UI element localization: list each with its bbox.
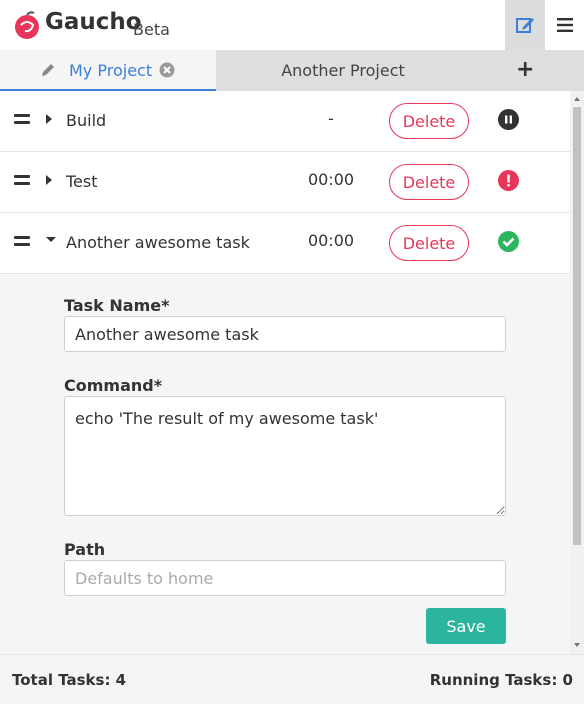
task-name: Build	[66, 111, 107, 130]
save-button[interactable]: Save	[426, 608, 506, 644]
pause-icon	[498, 109, 519, 130]
check-circle-icon	[498, 231, 519, 252]
beta-badge: Beta	[133, 20, 170, 39]
task-name: Another awesome task	[66, 233, 250, 252]
brand-name: Gaucho	[45, 9, 142, 35]
command-textarea[interactable]: echo 'The result of my awesome task'	[64, 396, 506, 516]
caret-right-icon[interactable]	[44, 112, 54, 126]
path-input[interactable]	[64, 560, 506, 596]
scroll-up-icon[interactable]	[574, 97, 580, 101]
menu-button[interactable]	[545, 0, 584, 50]
edit-button[interactable]	[505, 0, 545, 50]
path-label: Path	[64, 540, 106, 559]
task-time: 00:00	[307, 231, 355, 250]
running-tasks: Running Tasks: 0	[429, 671, 573, 689]
command-label: Command*	[64, 376, 163, 395]
total-tasks: Total Tasks: 4	[12, 671, 127, 689]
drag-handle-icon[interactable]	[14, 236, 30, 250]
tab-another-project[interactable]: Another Project	[216, 61, 470, 80]
tab-my-project[interactable]: My Project	[0, 50, 216, 91]
edit-icon	[516, 18, 534, 33]
pencil-icon[interactable]	[40, 62, 56, 78]
delete-button[interactable]: Delete	[389, 103, 469, 139]
scroll-down-icon[interactable]	[574, 643, 580, 647]
scrollbar-thumb[interactable]	[573, 107, 581, 545]
task-row: Another awesome task 00:00 Delete	[0, 213, 570, 274]
app-header: Gaucho Beta	[0, 0, 584, 50]
task-row: Test 00:00 Delete	[0, 152, 570, 213]
add-tab-button[interactable]: +	[516, 59, 534, 81]
task-edit-panel: Task Name* Command* echo 'The result of …	[0, 274, 570, 654]
task-list: Build - Delete Test 00:00 Delete Another…	[0, 91, 570, 654]
task-name-label: Task Name*	[64, 296, 170, 315]
task-row: Build - Delete	[0, 91, 570, 152]
close-circle-icon[interactable]	[159, 62, 175, 78]
error-icon	[498, 170, 519, 191]
project-tabs: My Project Another Project +	[0, 50, 584, 91]
tab-label: My Project	[69, 61, 153, 80]
vertical-scrollbar[interactable]	[570, 91, 584, 654]
task-time: 00:00	[307, 170, 355, 189]
status-footer: Total Tasks: 4 Running Tasks: 0	[0, 654, 584, 704]
hamburger-menu-icon	[556, 18, 573, 32]
task-name: Test	[66, 172, 98, 191]
caret-down-icon[interactable]	[44, 234, 58, 246]
task-time: -	[328, 109, 334, 128]
delete-button[interactable]: Delete	[389, 225, 469, 261]
task-name-input[interactable]	[64, 316, 506, 352]
delete-button[interactable]: Delete	[389, 164, 469, 200]
caret-right-icon[interactable]	[44, 173, 54, 187]
drag-handle-icon[interactable]	[14, 175, 30, 189]
gaucho-logo-icon	[15, 11, 39, 39]
drag-handle-icon[interactable]	[14, 114, 30, 128]
